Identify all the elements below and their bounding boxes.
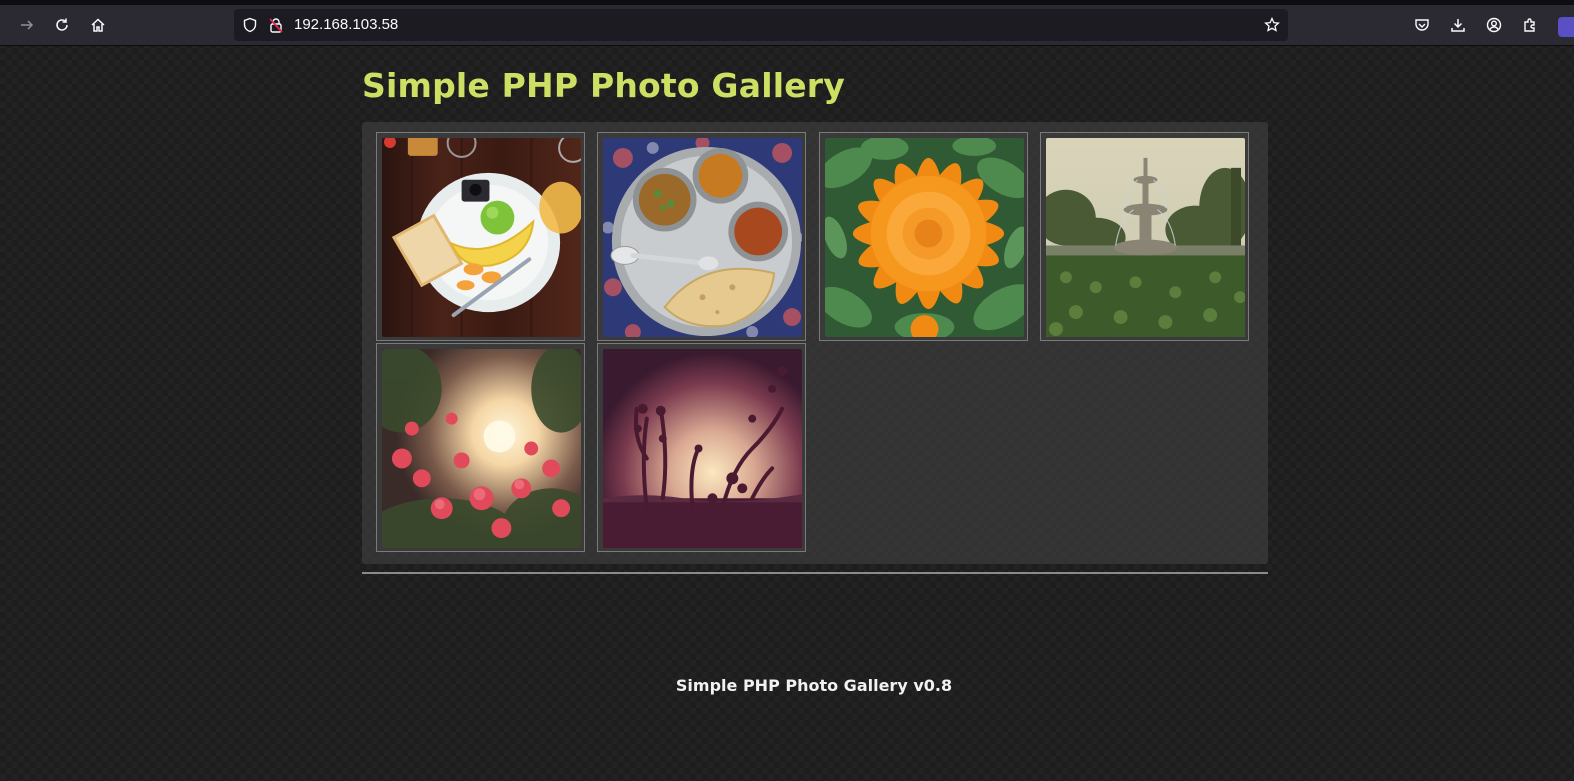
shield-icon[interactable] xyxy=(242,17,258,33)
photo-marigold-image xyxy=(825,138,1024,337)
insecure-lock-icon[interactable] xyxy=(268,17,284,33)
reload-icon xyxy=(56,18,68,31)
gallery-photo-thali[interactable] xyxy=(597,132,806,341)
gallery-photo-flowers-sunset[interactable] xyxy=(376,343,585,552)
photo-gallery xyxy=(362,122,1268,564)
gallery-photo-fountain[interactable] xyxy=(1040,132,1249,341)
downloads-icon xyxy=(1451,19,1465,32)
footer-divider xyxy=(362,572,1268,574)
browser-toolbar: 192.168.103.58 xyxy=(0,5,1574,46)
reload-button[interactable] xyxy=(48,11,76,39)
url-text[interactable]: 192.168.103.58 xyxy=(294,9,398,41)
account-button[interactable] xyxy=(1480,11,1508,39)
extensions-button[interactable] xyxy=(1516,11,1544,39)
gallery-photo-breakfast[interactable] xyxy=(376,132,585,341)
gallery-photo-silhouette-sunset[interactable] xyxy=(597,343,806,552)
downloads-button[interactable] xyxy=(1444,11,1472,39)
footer-text: Simple PHP Photo Gallery v0.8 xyxy=(675,676,953,695)
gallery-photo-marigold[interactable] xyxy=(819,132,1028,341)
forward-button[interactable] xyxy=(13,11,41,39)
home-icon xyxy=(91,18,105,32)
photo-flowers-sunset-image xyxy=(382,349,581,548)
home-button[interactable] xyxy=(84,11,112,39)
forward-icon xyxy=(21,20,34,30)
photo-thali-image xyxy=(603,138,802,337)
extension-badge[interactable] xyxy=(1558,17,1574,37)
photo-breakfast-image xyxy=(382,138,581,337)
extensions-icon xyxy=(1524,18,1535,32)
address-bar[interactable]: 192.168.103.58 xyxy=(234,9,1288,41)
photo-silhouette-sunset-image xyxy=(603,349,802,548)
bookmark-star-icon[interactable] xyxy=(1264,17,1280,33)
account-icon xyxy=(1486,17,1502,33)
pocket-button[interactable] xyxy=(1408,11,1436,39)
page-title: Simple PHP Photo Gallery xyxy=(362,66,845,105)
pocket-icon xyxy=(1415,19,1429,31)
photo-fountain-image xyxy=(1046,138,1245,337)
